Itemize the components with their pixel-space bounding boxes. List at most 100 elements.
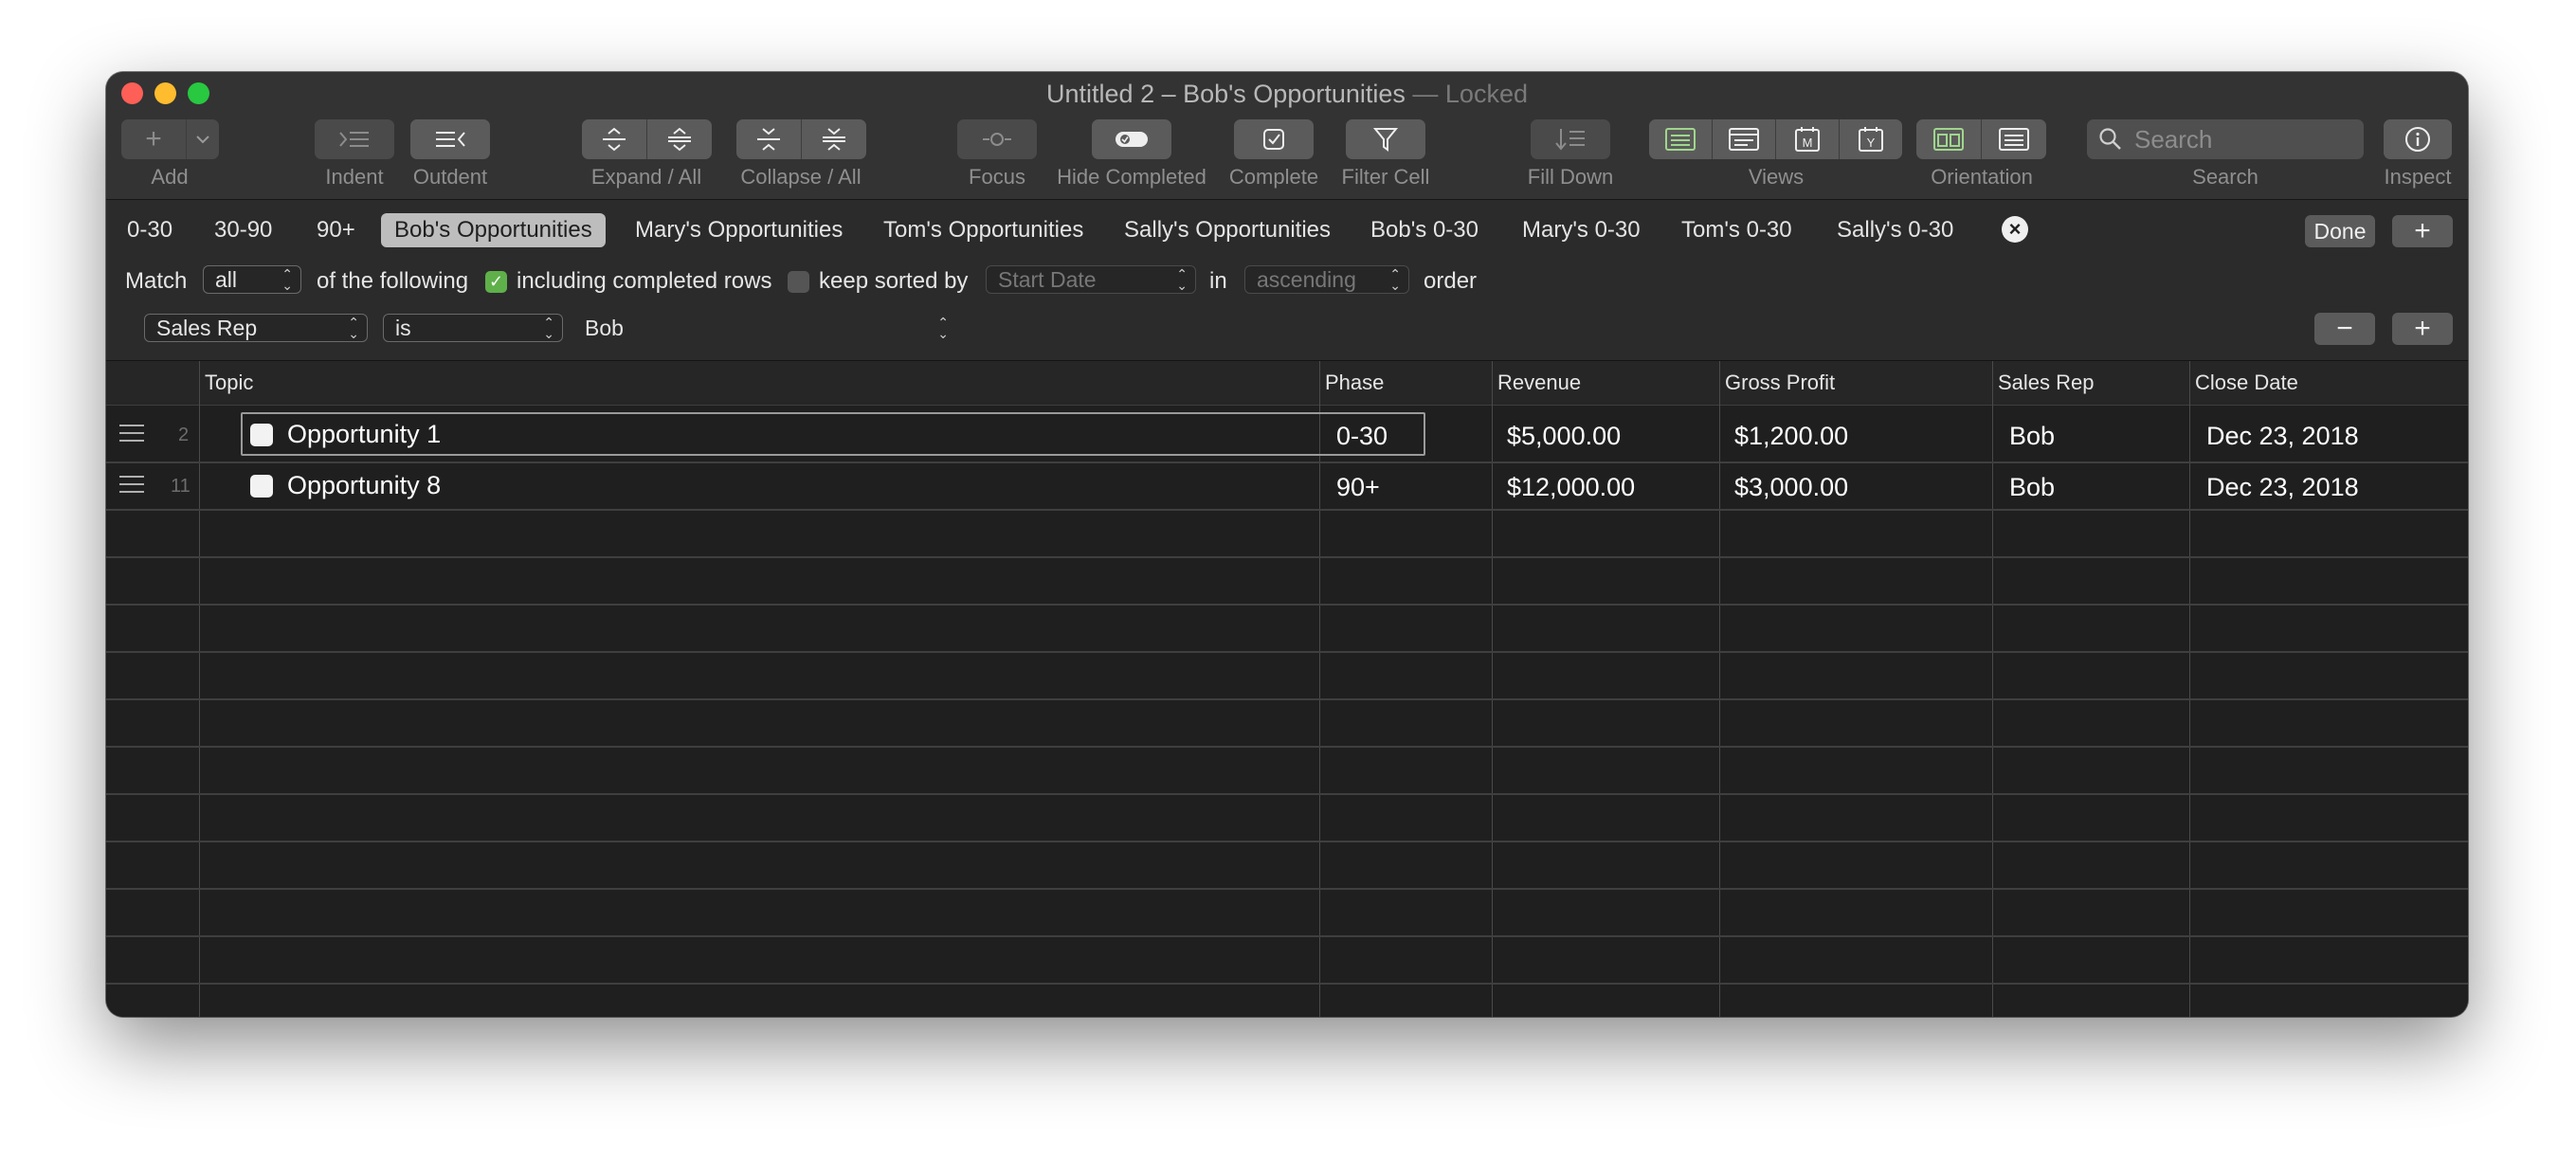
tab-toms-0-30[interactable]: Tom's 0-30 xyxy=(1668,213,1805,247)
phase-cell[interactable]: 0-30 xyxy=(1336,422,1388,451)
locked-indicator: — Locked xyxy=(1412,80,1528,108)
view-outline-button[interactable] xyxy=(1649,119,1713,159)
match-value: all xyxy=(215,266,238,292)
row-divider xyxy=(106,461,2468,463)
view-form-button[interactable] xyxy=(1713,119,1776,159)
close-filter-icon[interactable]: × xyxy=(2002,216,2028,243)
search-input[interactable] xyxy=(2132,123,2354,155)
tab-toms-opportunities[interactable]: Tom's Opportunities xyxy=(870,213,1097,247)
focus-label: Focus xyxy=(969,165,1025,189)
filter-cell-button[interactable] xyxy=(1346,119,1425,159)
row-checkbox[interactable] xyxy=(250,424,273,446)
search-icon xyxy=(2098,127,2123,152)
sort-order-value: ascending xyxy=(1257,266,1356,292)
keep-sorted-checkbox[interactable] xyxy=(788,271,809,293)
collapse-icon xyxy=(754,127,783,152)
revenue-cell[interactable]: $12,000.00 xyxy=(1507,473,1635,502)
row-divider xyxy=(106,935,2468,937)
expand-button[interactable] xyxy=(582,119,647,159)
add-filter-tab-button[interactable]: + xyxy=(2392,215,2453,247)
orientation-columns-button[interactable] xyxy=(1916,119,1982,159)
topic-cell[interactable]: Opportunity 8 xyxy=(287,471,441,500)
sort-field-value: Start Date xyxy=(998,266,1097,292)
rule-value: Bob xyxy=(585,315,624,340)
indent-button[interactable] xyxy=(315,119,394,159)
including-completed-label: including completed rows xyxy=(517,268,772,294)
revenue-cell[interactable]: $5,000.00 xyxy=(1507,422,1621,451)
view-year-button[interactable]: Y xyxy=(1840,119,1902,159)
outdent-button[interactable] xyxy=(410,119,490,159)
remove-rule-button[interactable]: − xyxy=(2314,313,2375,345)
row-handle-icon[interactable] xyxy=(119,476,144,498)
phase-cell[interactable]: 90+ xyxy=(1336,473,1380,502)
columns-icon xyxy=(1933,128,1964,151)
complete-label: Complete xyxy=(1228,165,1319,189)
focus-button[interactable] xyxy=(957,119,1037,159)
close-date-cell[interactable]: Dec 23, 2018 xyxy=(2206,473,2359,502)
tab-bobs-0-30[interactable]: Bob's 0-30 xyxy=(1357,213,1492,247)
search-label: Search xyxy=(2192,165,2259,189)
rule-field-popup[interactable]: Sales Rep ⌃ ⌄ xyxy=(144,314,368,342)
tab-0-30[interactable]: 0-30 xyxy=(114,213,186,247)
complete-button[interactable] xyxy=(1234,119,1314,159)
tab-marys-0-30[interactable]: Mary's 0-30 xyxy=(1509,213,1654,247)
gross-profit-cell[interactable]: $3,000.00 xyxy=(1734,473,1848,502)
inspect-label: Inspect xyxy=(2384,165,2452,189)
sales-rep-cell[interactable]: Bob xyxy=(2009,473,2055,502)
tab-30-90[interactable]: 30-90 xyxy=(201,213,285,247)
column-header-revenue[interactable]: Revenue xyxy=(1497,371,1581,395)
orientation-rows-button[interactable] xyxy=(1982,119,2046,159)
collapse-label: Collapse / All xyxy=(740,165,862,189)
collapse-all-icon xyxy=(820,127,848,152)
minus-icon: − xyxy=(2336,313,2353,344)
row-handle-icon[interactable] xyxy=(119,425,144,447)
tab-90-plus[interactable]: 90+ xyxy=(303,213,369,247)
gross-profit-cell[interactable]: $1,200.00 xyxy=(1734,422,1848,451)
column-header-topic[interactable]: Topic xyxy=(205,371,253,395)
row-divider xyxy=(106,746,2468,748)
done-button[interactable]: Done xyxy=(2305,215,2375,247)
filter-rules: Match all ⌃ ⌄ of the following ✓ includin… xyxy=(106,255,2468,361)
row-divider xyxy=(106,509,2468,511)
sales-rep-cell[interactable]: Bob xyxy=(2009,422,2055,451)
expand-all-button[interactable] xyxy=(647,119,712,159)
hide-completed-button[interactable] xyxy=(1092,119,1171,159)
indent-label: Indent xyxy=(325,165,384,189)
calendar-year-icon: Y xyxy=(1858,126,1884,153)
search-field[interactable] xyxy=(2087,119,2364,159)
row-number: 11 xyxy=(171,476,190,497)
inspect-button[interactable] xyxy=(2384,119,2452,159)
match-popup[interactable]: all ⌃ ⌄ xyxy=(203,265,301,294)
fill-down-button[interactable] xyxy=(1531,119,1610,159)
column-header-gross-profit[interactable]: Gross Profit xyxy=(1725,371,1835,395)
checkbox-check-icon xyxy=(1261,127,1286,152)
row-checkbox[interactable] xyxy=(250,475,273,498)
match-label: Match xyxy=(125,268,188,294)
collapse-button[interactable] xyxy=(736,119,802,159)
add-row-button[interactable]: + xyxy=(121,119,187,159)
topic-cell[interactable]: Opportunity 1 xyxy=(287,420,441,449)
column-header-phase[interactable]: Phase xyxy=(1325,371,1384,395)
sort-order-popup[interactable]: ascending ⌃ ⌄ xyxy=(1244,265,1409,294)
outline-view-icon xyxy=(1665,128,1696,151)
rule-value-popup[interactable]: Bob ⌃ ⌄ xyxy=(572,314,957,342)
tab-bobs-opportunities[interactable]: Bob's Opportunities xyxy=(381,213,606,247)
updown-arrows-icon: ⌃ ⌄ xyxy=(1389,266,1401,293)
close-date-cell[interactable]: Dec 23, 2018 xyxy=(2206,422,2359,451)
tab-marys-opportunities[interactable]: Mary's Opportunities xyxy=(622,213,856,247)
sort-field-popup[interactable]: Start Date ⌃ ⌄ xyxy=(986,265,1196,294)
rule-operator-value: is xyxy=(395,315,411,340)
column-header-sales-rep[interactable]: Sales Rep xyxy=(1998,371,2095,395)
info-icon xyxy=(2404,126,2431,153)
column-divider xyxy=(1719,361,1720,1017)
rule-operator-popup[interactable]: is ⌃ ⌄ xyxy=(383,314,563,342)
tab-sallys-0-30[interactable]: Sally's 0-30 xyxy=(1823,213,1967,247)
collapse-all-button[interactable] xyxy=(802,119,866,159)
including-completed-checkbox[interactable]: ✓ xyxy=(485,271,507,293)
add-rule-button[interactable]: + xyxy=(2392,313,2453,345)
view-month-button[interactable]: M xyxy=(1776,119,1840,159)
column-header-close-date[interactable]: Close Date xyxy=(2195,371,2298,395)
add-menu-button[interactable] xyxy=(187,119,219,159)
tab-sallys-opportunities[interactable]: Sally's Opportunities xyxy=(1111,213,1344,247)
svg-text:Y: Y xyxy=(1867,136,1876,150)
